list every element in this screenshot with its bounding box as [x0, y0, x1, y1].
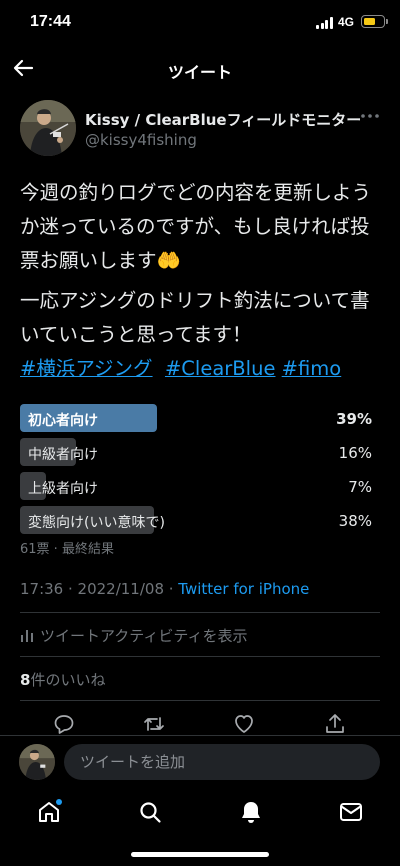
- tweet-actions: [0, 712, 400, 736]
- tweet-author: Kissy / ClearBlueフィールドモニター @kissy4fishin…: [20, 100, 382, 160]
- share-icon: [326, 714, 344, 733]
- poll-option-label: 初心者向け: [28, 413, 98, 429]
- divider: [20, 656, 380, 657]
- poll-option-label: 変態向け(いい意味で): [28, 515, 165, 531]
- avatar: [19, 744, 55, 780]
- activity-label: ツイートアクティビティを表示: [40, 627, 248, 645]
- poll-option-percent: 38%: [338, 512, 372, 530]
- search-icon: [140, 802, 161, 823]
- poll-option-percent: 7%: [348, 478, 372, 496]
- retweet-button[interactable]: [142, 712, 166, 736]
- tab-messages[interactable]: [337, 798, 365, 826]
- tweet-timestamp: 17:36 · 2022/11/08 · Twitter for iPhone: [20, 580, 309, 598]
- likes-number: 8: [20, 671, 31, 689]
- poll-option-percent: 39%: [336, 410, 372, 428]
- timestamp-text: 17:36 · 2022/11/08 ·: [20, 580, 179, 598]
- tab-search[interactable]: [136, 798, 164, 826]
- divider: [20, 612, 380, 613]
- poll-option: 初心者向け 39%: [20, 404, 372, 432]
- reply-button[interactable]: [52, 712, 76, 736]
- messages-icon: [340, 803, 362, 821]
- status-time: 17:44: [30, 13, 71, 30]
- tab-notifications[interactable]: [237, 798, 265, 826]
- share-button[interactable]: [323, 712, 347, 736]
- tab-bar: [0, 790, 400, 866]
- more-icon: [361, 114, 379, 118]
- tweet-text: 今週の釣りログでどの内容を更新しようか迷っているのですが、もし良ければ投票お願い…: [20, 176, 384, 386]
- tab-home[interactable]: [35, 798, 63, 826]
- poll-option: 上級者向け 7%: [20, 472, 372, 500]
- like-icon: [235, 715, 253, 733]
- poll-option-percent: 16%: [338, 444, 372, 462]
- notification-dot: [56, 799, 62, 805]
- poll-option-label: 中級者向け: [28, 447, 98, 463]
- analytics-icon: [21, 630, 33, 642]
- page-title: ツイート: [167, 63, 232, 82]
- nav-header: ツイート: [0, 44, 400, 92]
- battery-cap: [386, 19, 388, 24]
- poll: 初心者向け 39% 中級者向け 16% 上級者向け 7% 変態向け(いい意味で)…: [20, 404, 372, 540]
- hashtag-link[interactable]: #横浜アジング: [20, 357, 153, 380]
- tweet-paragraph: 一応アジングのドリフト釣法について書いていこうと思ってます！: [20, 289, 370, 346]
- hashtag-link[interactable]: #ClearBlue: [165, 357, 276, 380]
- divider: [20, 700, 380, 701]
- poll-option: 変態向け(いい意味で) 38%: [20, 506, 372, 534]
- source-link[interactable]: Twitter for iPhone: [178, 580, 309, 598]
- display-name[interactable]: Kissy / ClearBlueフィールドモニター: [85, 109, 361, 130]
- retweet-icon: [144, 717, 164, 731]
- user-handle[interactable]: @kissy4fishing: [85, 131, 197, 149]
- reply-input[interactable]: [64, 744, 380, 780]
- status-bar: 17:44 4G: [0, 0, 400, 44]
- reply-icon: [54, 715, 74, 734]
- likes-label: 件のいいね: [30, 671, 106, 689]
- notifications-icon: [242, 802, 260, 823]
- avatar[interactable]: [20, 100, 76, 156]
- reply-bar: [0, 735, 400, 790]
- poll-option-label: 上級者向け: [28, 481, 98, 497]
- poll-meta: 61票 · 最終結果: [20, 542, 114, 557]
- network-label: 4G: [338, 15, 355, 29]
- hashtag-link[interactable]: #fimo: [282, 357, 342, 380]
- more-button[interactable]: [358, 108, 382, 124]
- battery-icon: [361, 15, 385, 28]
- signal-icon: [316, 17, 334, 29]
- home-indicator: [131, 852, 269, 857]
- tweet-paragraph: 今週の釣りログでどの内容を更新しようか迷っているのですが、もし良ければ投票お願い…: [20, 181, 372, 272]
- like-button[interactable]: [232, 712, 256, 736]
- likes-count[interactable]: 8件のいいね: [20, 669, 105, 690]
- poll-option: 中級者向け 16%: [20, 438, 372, 466]
